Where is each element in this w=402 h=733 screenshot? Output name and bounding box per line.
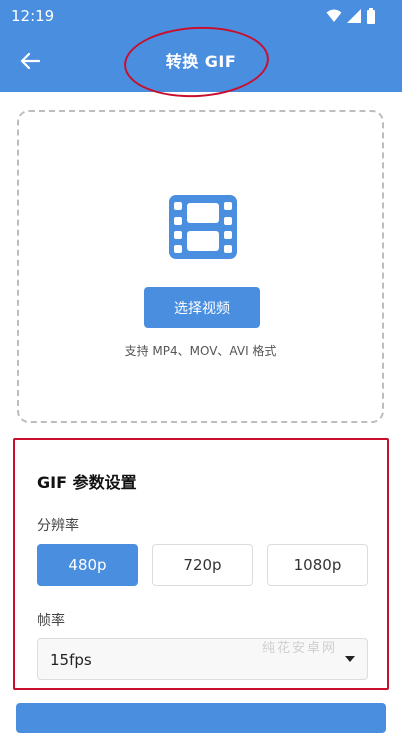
app-bar: 12:19 转换 GIF [0,0,402,101]
battery-icon [367,8,375,24]
film-icon [169,195,237,259]
signal-icon [347,9,361,23]
status-time: 12:19 [11,7,55,25]
supported-formats-text: 支持 MP4、MOV、AVI 格式 [124,344,277,358]
frame-rate-label: 帧率 [37,613,65,629]
dropdown-arrow-icon [345,656,355,662]
resolution-option-720p[interactable]: 720p [152,544,253,586]
watermark-text: 纯花安卓网 [262,641,338,656]
resolution-label: 分辨率 [37,518,79,534]
title-highlight-ring [122,23,271,101]
video-dropzone[interactable]: 选择视频 支持 MP4、MOV、AVI 格式 [17,110,384,423]
frame-rate-value: 15fps [50,651,92,669]
resolution-option-1080p[interactable]: 1080p [267,544,368,586]
resolution-option-480p[interactable]: 480p [37,544,138,586]
wifi-icon [326,9,342,22]
convert-button[interactable] [16,703,386,733]
settings-title: GIF 参数设置 [37,473,137,492]
select-video-button[interactable]: 选择视频 [144,287,260,328]
